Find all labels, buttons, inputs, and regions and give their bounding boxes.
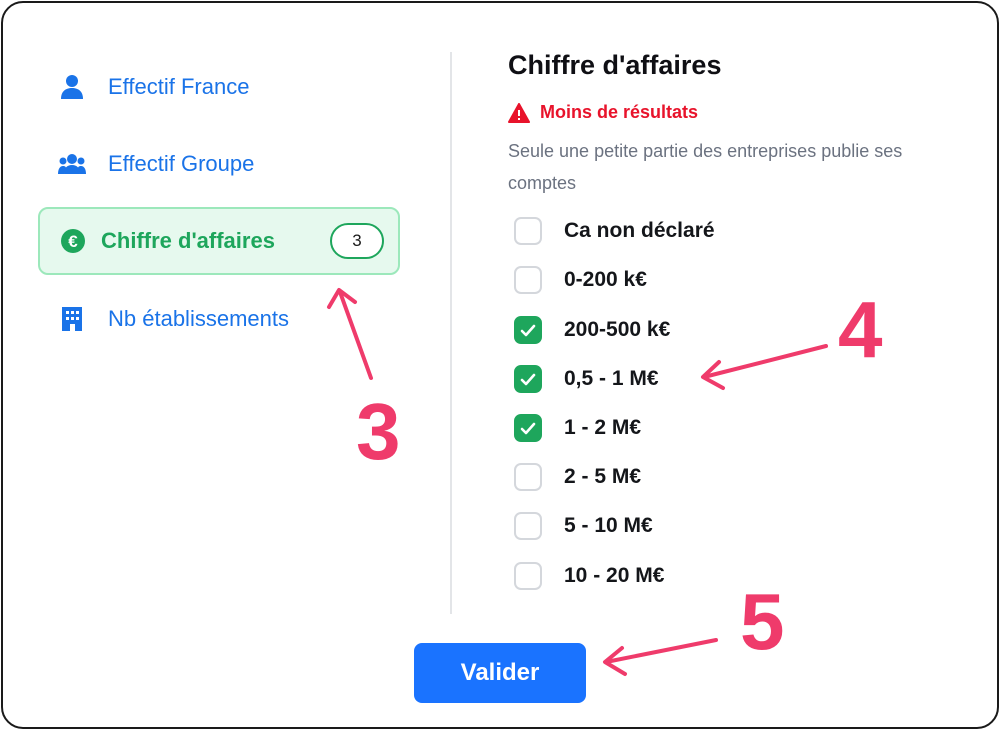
sidebar-item-label: Effectif France [108, 74, 250, 99]
checkbox[interactable] [514, 463, 542, 491]
svg-text:€: € [68, 232, 78, 251]
panel-divider [450, 52, 452, 614]
checkbox-checked[interactable] [514, 365, 542, 393]
checkbox-checked[interactable] [514, 414, 542, 442]
annotation-number-4: 4 [838, 285, 883, 374]
option-label: 0,5 - 1 M€ [564, 367, 659, 390]
option-2-5m[interactable]: 2 - 5 M€ [514, 461, 641, 493]
warning-text: Moins de résultats [540, 102, 699, 122]
panel-description: Seule une petite partie des entreprises … [508, 141, 903, 193]
option-200-500k[interactable]: 200-500 k€ [514, 314, 670, 346]
warning-icon [508, 102, 530, 123]
option-label: 2 - 5 M€ [564, 465, 642, 488]
sidebar-item-effectif-france[interactable]: Effectif France [38, 53, 400, 121]
option-0-200k[interactable]: 0-200 k€ [514, 264, 647, 296]
option-label: 5 - 10 M€ [564, 514, 653, 537]
checkmark-icon [520, 324, 536, 336]
checkbox[interactable] [514, 562, 542, 590]
option-label: 1 - 2 M€ [564, 416, 642, 439]
option-label: 10 - 20 M€ [564, 564, 665, 587]
sidebar-item-chiffre-affaires[interactable]: € Chiffre d'affaires 3 [38, 207, 400, 275]
checkbox-checked[interactable] [514, 316, 542, 344]
option-1-2m[interactable]: 1 - 2 M€ [514, 412, 641, 444]
euro-icon: € [59, 227, 87, 255]
annotation-number-5: 5 [740, 577, 785, 666]
warning-message: Moins de résultats [508, 102, 698, 123]
panel-title: Chiffre d'affaires [508, 50, 722, 80]
annotation-number-3: 3 [356, 387, 401, 476]
sidebar-item-effectif-groupe[interactable]: Effectif Groupe [38, 130, 400, 198]
option-label: Ca non déclaré [564, 219, 715, 242]
sidebar-item-nb-etablissements[interactable]: Nb établissements [38, 285, 400, 353]
building-icon [58, 305, 86, 333]
option-label: 200-500 k€ [564, 318, 671, 341]
checkbox[interactable] [514, 217, 542, 245]
checkmark-icon [520, 422, 536, 434]
validate-button[interactable]: Valider [414, 643, 586, 703]
checkbox[interactable] [514, 512, 542, 540]
users-icon [58, 150, 86, 178]
user-icon [58, 73, 86, 101]
sidebar-item-label: Effectif Groupe [108, 151, 255, 176]
checkmark-icon [520, 373, 536, 385]
option-ca-non-declare[interactable]: Ca non déclaré [514, 215, 715, 247]
option-label: 0-200 k€ [564, 268, 647, 291]
option-5-10m[interactable]: 5 - 10 M€ [514, 510, 653, 542]
sidebar-item-label: Chiffre d'affaires [101, 228, 275, 253]
sidebar-item-label: Nb établissements [108, 306, 289, 331]
checkbox[interactable] [514, 266, 542, 294]
selected-count-badge: 3 [330, 223, 384, 259]
option-0-5-1m[interactable]: 0,5 - 1 M€ [514, 363, 659, 395]
option-10-20m[interactable]: 10 - 20 M€ [514, 560, 664, 592]
